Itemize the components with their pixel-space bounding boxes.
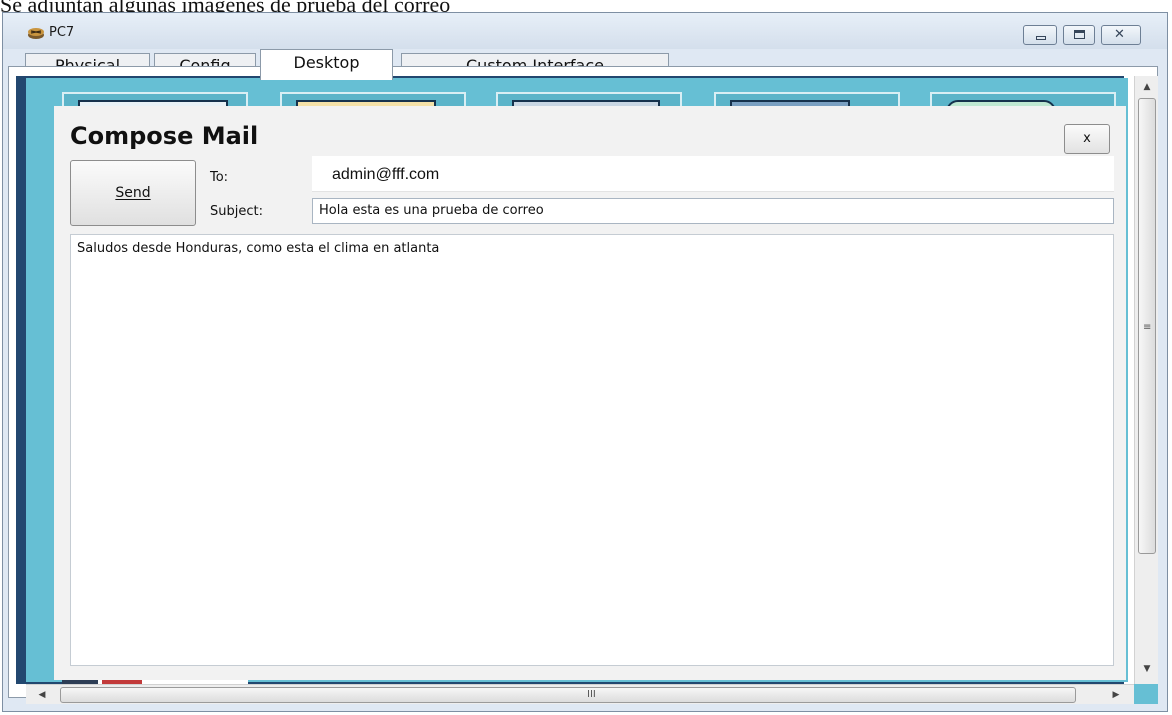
subject-field[interactable]: Hola esta es una prueba de correo <box>312 198 1114 224</box>
vertical-scrollbar[interactable]: ▲ ≡ ▼ <box>1134 76 1158 684</box>
compose-title: Compose Mail <box>70 122 259 150</box>
to-label: To: <box>210 170 229 185</box>
title-bar[interactable]: PC7 ✕ <box>3 13 1167 49</box>
horizontal-scroll-thumb[interactable]: III <box>60 687 1076 703</box>
window-title: PC7 <box>49 25 75 40</box>
minimize-icon <box>1036 36 1046 40</box>
maximize-icon <box>1074 30 1085 39</box>
message-body-field[interactable]: Saludos desde Honduras, como esta el cli… <box>70 234 1114 666</box>
close-icon: ✕ <box>1114 27 1125 42</box>
compose-close-button[interactable]: x <box>1064 124 1110 154</box>
maximize-button[interactable] <box>1063 25 1095 45</box>
grip-icon: III <box>587 689 596 700</box>
router-device-icon <box>28 28 44 39</box>
to-value: admin@fff.com <box>332 166 440 183</box>
subject-label: Subject: <box>210 204 263 219</box>
scroll-left-icon[interactable]: ◀ <box>32 685 52 705</box>
scroll-up-icon[interactable]: ▲ <box>1135 78 1159 96</box>
tab-desktop[interactable]: Desktop <box>260 49 393 80</box>
compose-mail-dialog: Compose Mail x Send To: admin@fff.com Su… <box>54 106 1126 680</box>
document-caption: Se adjuntan algunas imagenes de prueba d… <box>0 0 451 17</box>
horizontal-scrollbar[interactable]: ◀ III ▶ <box>26 684 1134 704</box>
scroll-right-icon[interactable]: ▶ <box>1106 685 1126 705</box>
send-button-label: Send <box>115 185 151 201</box>
to-field[interactable]: admin@fff.com <box>312 156 1114 192</box>
message-body-text: Saludos desde Honduras, como esta el cli… <box>77 241 440 256</box>
close-window-button[interactable]: ✕ <box>1101 25 1141 45</box>
subject-value: Hola esta es una prueba de correo <box>319 203 544 218</box>
send-button[interactable]: Send <box>70 160 196 226</box>
vertical-scroll-thumb[interactable]: ≡ <box>1138 98 1156 554</box>
scroll-down-icon[interactable]: ▼ <box>1135 660 1159 678</box>
scrollbar-corner <box>1134 684 1158 704</box>
grip-icon: ≡ <box>1143 322 1152 333</box>
minimize-button[interactable] <box>1023 25 1057 45</box>
